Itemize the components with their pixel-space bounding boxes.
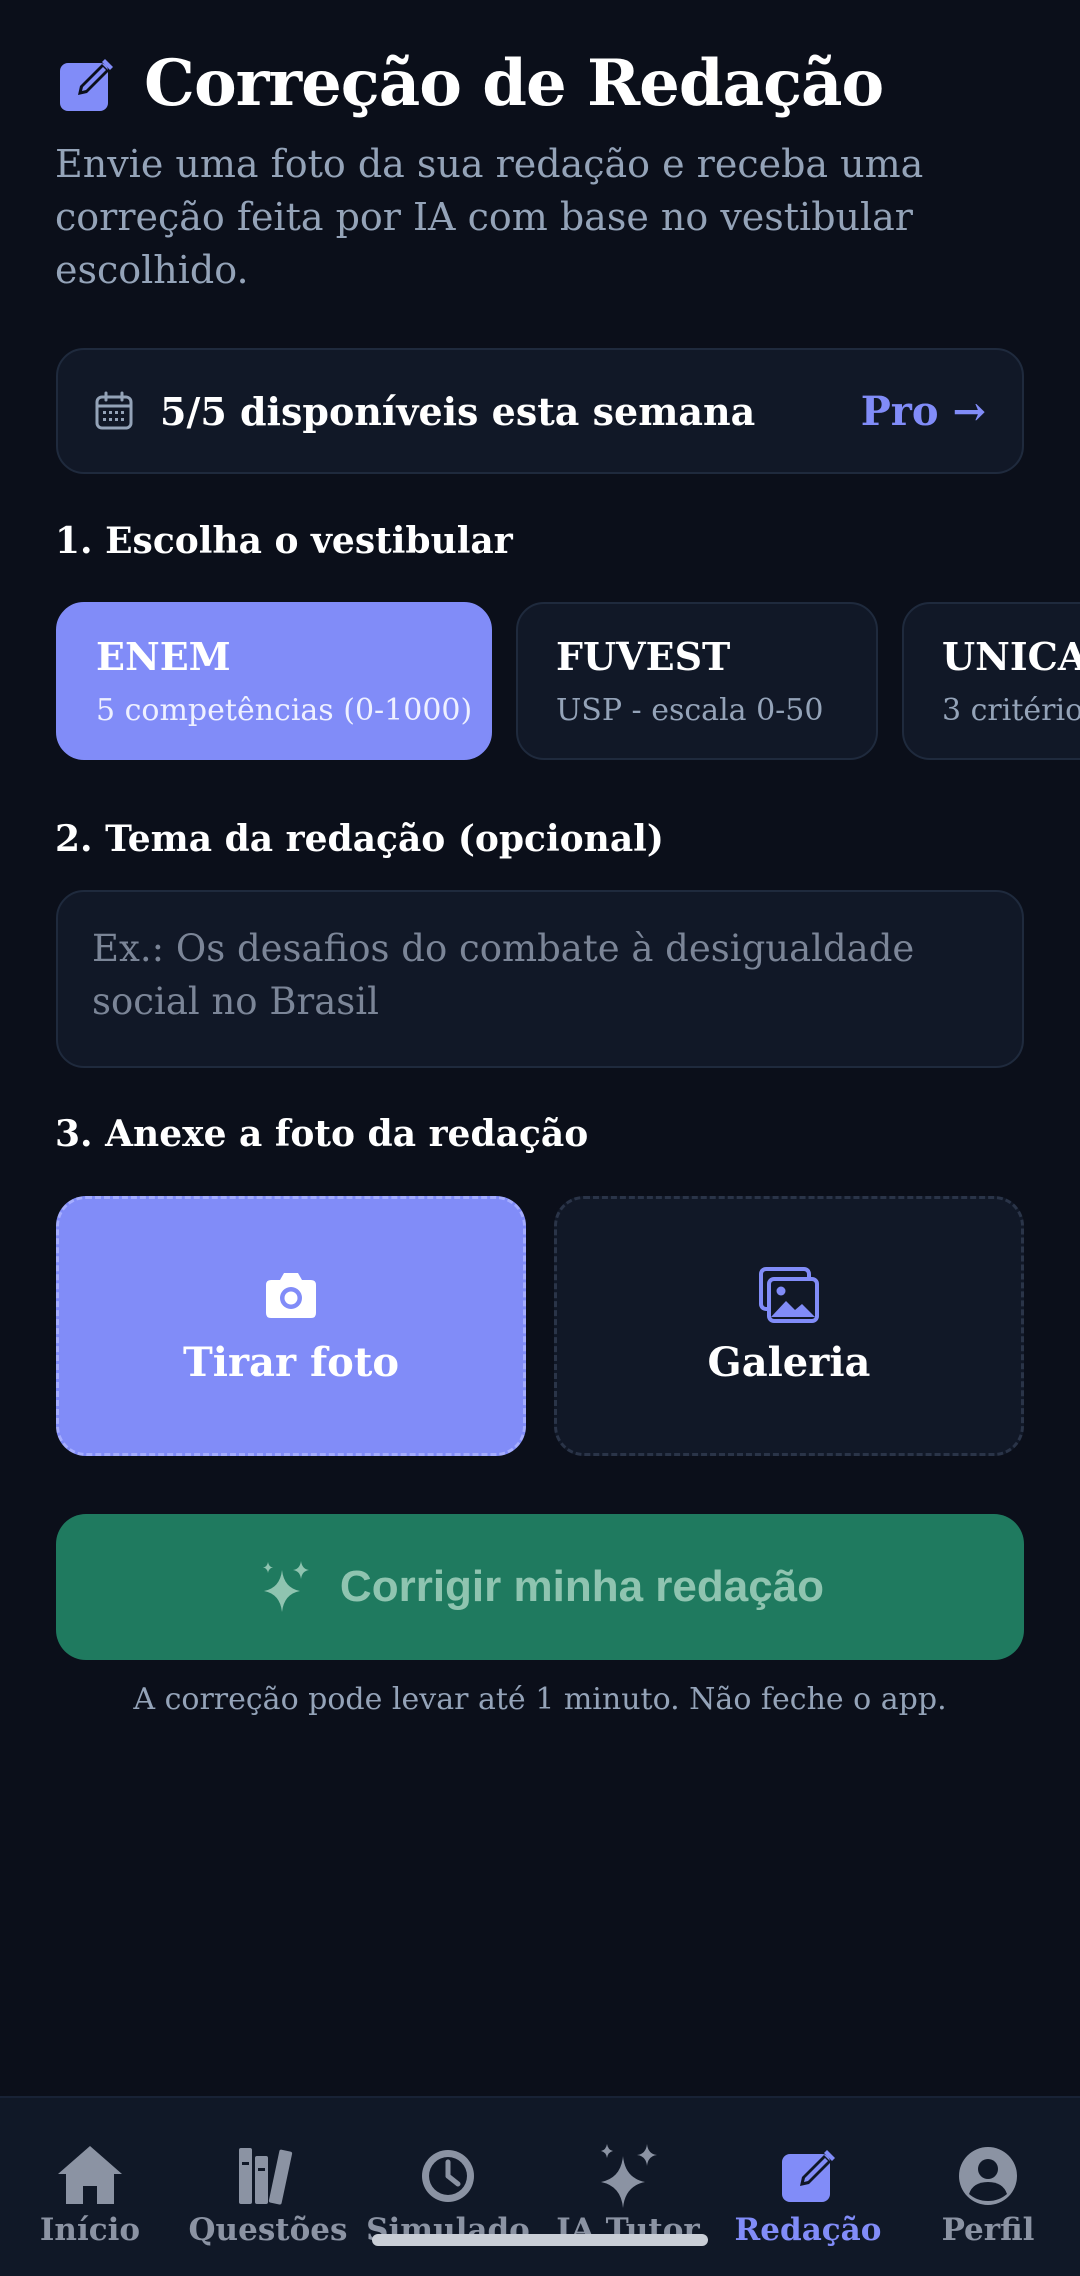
page-subtitle: Envie uma foto da sua redação e receba u… [55, 142, 924, 292]
books-icon [239, 2148, 293, 2205]
quota-text: 5/5 disponíveis esta semana [160, 388, 756, 434]
exam-chip-name: FUVEST [556, 634, 731, 679]
theme-input-box [56, 890, 1024, 1068]
submit-label: Corrigir minha redação [339, 1562, 825, 1611]
nav-label: Redação [734, 2212, 882, 2248]
take-photo-label: Tirar foto [183, 1338, 399, 1386]
exam-chip-unicamp[interactable]: UNICAMP 3 critérios [902, 602, 1080, 760]
redacao-screen: Correção de Redação Envie uma foto da su… [0, 0, 1080, 2276]
nav-item-inicio[interactable]: Início [0, 2142, 180, 2248]
camera-icon [266, 1272, 316, 1318]
exam-chip-fuvest[interactable]: FUVEST USP - escala 0-50 [516, 602, 878, 760]
user-icon [959, 2147, 1017, 2205]
submit-hint: A correção pode levar até 1 minuto. Não … [133, 1682, 947, 1717]
nav-item-ia-tutor[interactable]: IA Tutor [538, 2142, 718, 2248]
gallery-icon [759, 1266, 819, 1323]
exam-chip-enem[interactable]: ENEM 5 competências (0-1000) [56, 602, 492, 760]
edit-icon [782, 2150, 835, 2202]
timer-icon [422, 2150, 474, 2202]
exam-chip-desc: 5 competências (0-1000) [96, 693, 473, 728]
take-photo-button[interactable]: Tirar foto [56, 1196, 526, 1456]
calendar-icon [95, 391, 133, 430]
exam-chip-name: ENEM [96, 634, 231, 679]
sparkles-icon [262, 1561, 309, 1612]
home-indicator[interactable] [372, 2234, 708, 2246]
bottom-nav: Início Questões Simulado IA Tutor Redaçã… [0, 2096, 1080, 2276]
weekly-quota-card: 5/5 disponíveis esta semana Pro → [56, 348, 1024, 474]
exam-chip-desc: USP - escala 0-50 [556, 693, 824, 728]
nav-label: Questões [188, 2212, 348, 2248]
nav-item-questoes[interactable]: Questões [178, 2142, 358, 2248]
sparkles-icon [601, 2144, 657, 2208]
nav-label: Início [39, 2212, 141, 2248]
edit-icon [60, 58, 113, 111]
gallery-label: Galeria [707, 1338, 871, 1386]
nav-item-simulado[interactable]: Simulado [358, 2142, 538, 2248]
submit-correction-button[interactable]: Corrigir minha redação [56, 1514, 1024, 1660]
theme-input[interactable] [92, 922, 992, 1042]
gallery-button[interactable]: Galeria [554, 1196, 1024, 1456]
nav-item-perfil[interactable]: Perfil [898, 2142, 1078, 2248]
page-title: Correção de Redação [144, 46, 884, 121]
exam-chip-name: UNICAMP [942, 634, 1080, 679]
nav-item-redacao[interactable]: Redação [718, 2142, 898, 2248]
exam-chip-list[interactable]: ENEM 5 competências (0-1000) FUVEST USP … [56, 602, 1080, 762]
exam-chip-desc: 3 critérios [942, 693, 1080, 728]
nav-label: Perfil [941, 2212, 1035, 2248]
pro-upgrade-link[interactable]: Pro → [861, 388, 986, 435]
page-header: Correção de Redação [56, 46, 884, 121]
home-icon [58, 2146, 122, 2204]
step2-label: 2. Tema da redação (opcional) [55, 818, 664, 860]
step3-label: 3. Anexe a foto da redação [55, 1113, 589, 1155]
step1-label: 1. Escolha o vestibular [55, 520, 513, 562]
